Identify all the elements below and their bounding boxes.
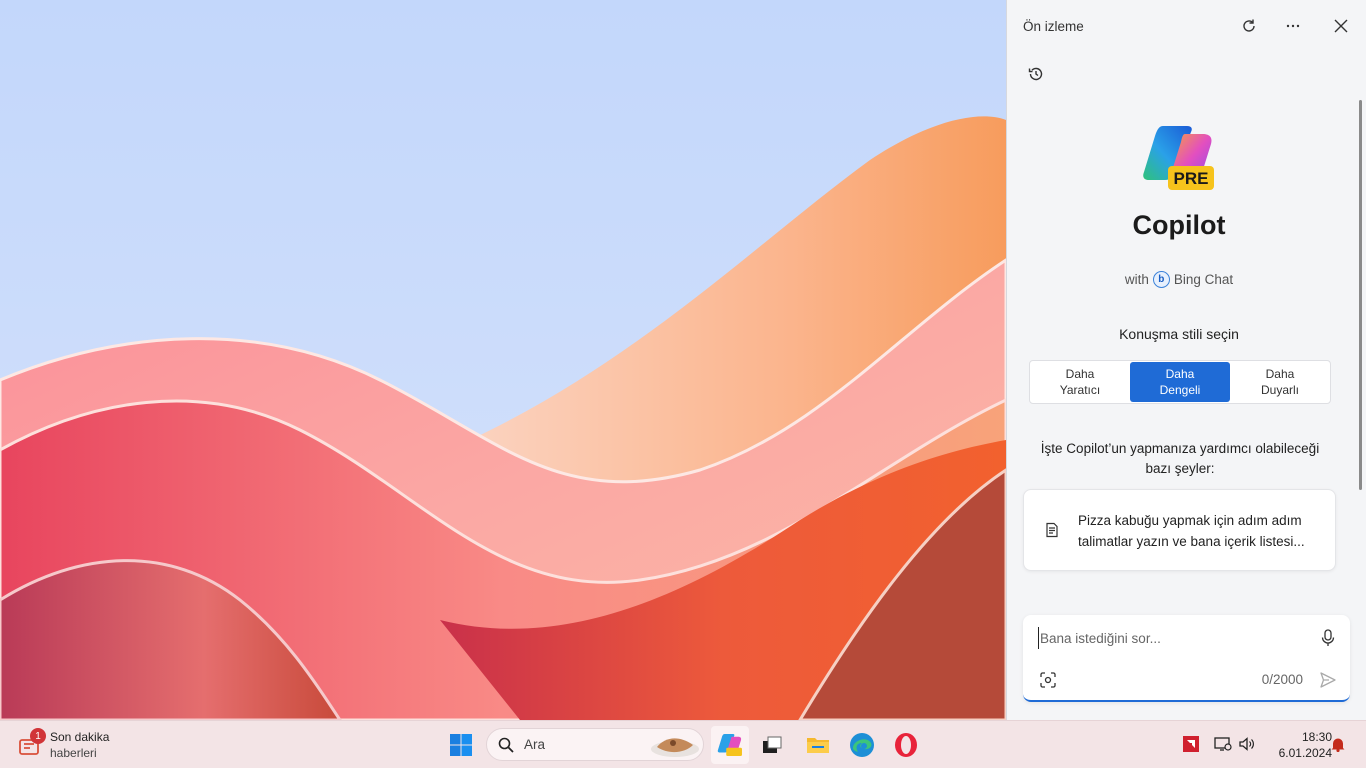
style-option-precise[interactable]: Daha Duyarlı	[1230, 361, 1330, 403]
opera-button[interactable]	[887, 726, 925, 764]
subtitle-prefix: with	[1124, 272, 1149, 287]
clock-date: 6.01.2024	[1278, 746, 1332, 760]
style-line2: Duyarlı	[1260, 383, 1299, 397]
wallpaper-art	[0, 116, 1006, 720]
char-counter: 0/2000	[1261, 672, 1303, 687]
style-option-balanced[interactable]: Daha Dengeli	[1130, 362, 1230, 402]
microphone-icon	[1321, 629, 1335, 646]
desktop-wallpaper	[0, 0, 1006, 720]
task-view-button[interactable]	[753, 726, 791, 764]
suggestion-text: Pizza kabuğu yapmak için adım adım talim…	[1078, 513, 1305, 549]
pane-scrollbar[interactable]	[1359, 100, 1362, 490]
note-icon	[1046, 522, 1058, 538]
screenshot-button[interactable]	[1037, 669, 1059, 691]
amd-icon	[1183, 736, 1199, 752]
task-view-icon	[763, 736, 782, 753]
copilot-title: Copilot	[1132, 210, 1226, 240]
close-icon	[1334, 19, 1348, 33]
refresh-icon	[1243, 19, 1255, 32]
copilot-logo: PRE	[1141, 122, 1217, 194]
notifications-button[interactable]	[1326, 731, 1350, 757]
copilot-icon	[717, 734, 742, 756]
screenshot-icon	[1040, 672, 1056, 688]
help-text: İşte Copilot’un yapmanıza yardımcı olabi…	[1040, 441, 1320, 476]
send-button[interactable]	[1317, 669, 1339, 691]
clock-time: 18:30	[1301, 730, 1332, 744]
history-icon	[1028, 67, 1043, 81]
file-explorer-button[interactable]	[799, 726, 837, 764]
refresh-button[interactable]	[1237, 14, 1261, 38]
style-prompt: Konuşma stili seçin	[1119, 326, 1239, 342]
pane-title: Ön izleme	[1023, 19, 1084, 34]
edge-button[interactable]	[843, 726, 881, 764]
search-highlight-icon	[651, 738, 699, 757]
chat-input-box: 0/2000	[1023, 615, 1350, 702]
search-icon	[498, 737, 514, 753]
style-line1: Daha	[1165, 367, 1195, 381]
news-subtitle: haberleri	[50, 746, 97, 760]
copilot-logo-icon: PRE	[1143, 126, 1214, 190]
copilot-pane: Ön izleme PRE Copilot with b Bing Chat K…	[1006, 0, 1366, 720]
pane-header: Ön izleme	[1007, 0, 1366, 52]
conversation-style-selector: Daha Yaratıcı Daha Dengeli Daha Duyarlı	[1029, 360, 1331, 404]
close-button[interactable]	[1329, 14, 1353, 38]
notification-bell-icon	[1331, 738, 1345, 752]
start-icon	[450, 734, 472, 756]
more-icon	[1286, 24, 1300, 28]
brand-subtitle: with b Bing Chat	[1007, 271, 1351, 288]
start-button[interactable]	[442, 726, 480, 764]
more-options-button[interactable]	[1281, 14, 1305, 38]
history-button[interactable]	[1025, 63, 1047, 85]
news-title: Son dakika	[50, 730, 110, 744]
style-option-creative[interactable]: Daha Yaratıcı	[1030, 361, 1130, 403]
style-line2: Yaratıcı	[1059, 383, 1101, 397]
taskbar-clock[interactable]: 18:30 6.01.2024	[1262, 729, 1332, 761]
file-explorer-icon	[807, 738, 829, 753]
opera-icon	[895, 733, 917, 757]
subtitle-service: Bing Chat	[1173, 272, 1234, 287]
send-icon	[1320, 672, 1336, 688]
network-tray-button[interactable]	[1211, 731, 1235, 757]
news-icon: 1	[18, 728, 46, 756]
taskbar-copilot[interactable]	[711, 726, 749, 764]
style-line1: Daha	[1265, 367, 1295, 381]
volume-tray-button[interactable]	[1235, 731, 1259, 757]
taskbar: 1 Son dakika haberleri Ara 18:30 6.01.20…	[0, 720, 1366, 768]
suggestion-card[interactable]: Pizza kabuğu yapmak için adım adım talim…	[1023, 489, 1336, 571]
edge-icon	[850, 733, 874, 757]
taskbar-search[interactable]: Ara	[486, 728, 704, 761]
chat-input[interactable]	[1038, 627, 1308, 649]
search-placeholder: Ara	[524, 737, 546, 752]
volume-icon	[1239, 737, 1254, 751]
style-line1: Daha	[1065, 367, 1095, 381]
style-line2: Dengeli	[1159, 383, 1201, 397]
amd-tray-button[interactable]	[1179, 731, 1203, 757]
logo-badge-text: PRE	[1174, 169, 1209, 188]
bing-icon: b	[1152, 271, 1170, 288]
news-badge: 1	[30, 728, 46, 744]
microphone-button[interactable]	[1317, 627, 1339, 649]
news-widget[interactable]: 1 Son dakika haberleri	[18, 727, 109, 763]
network-icon	[1214, 737, 1232, 751]
